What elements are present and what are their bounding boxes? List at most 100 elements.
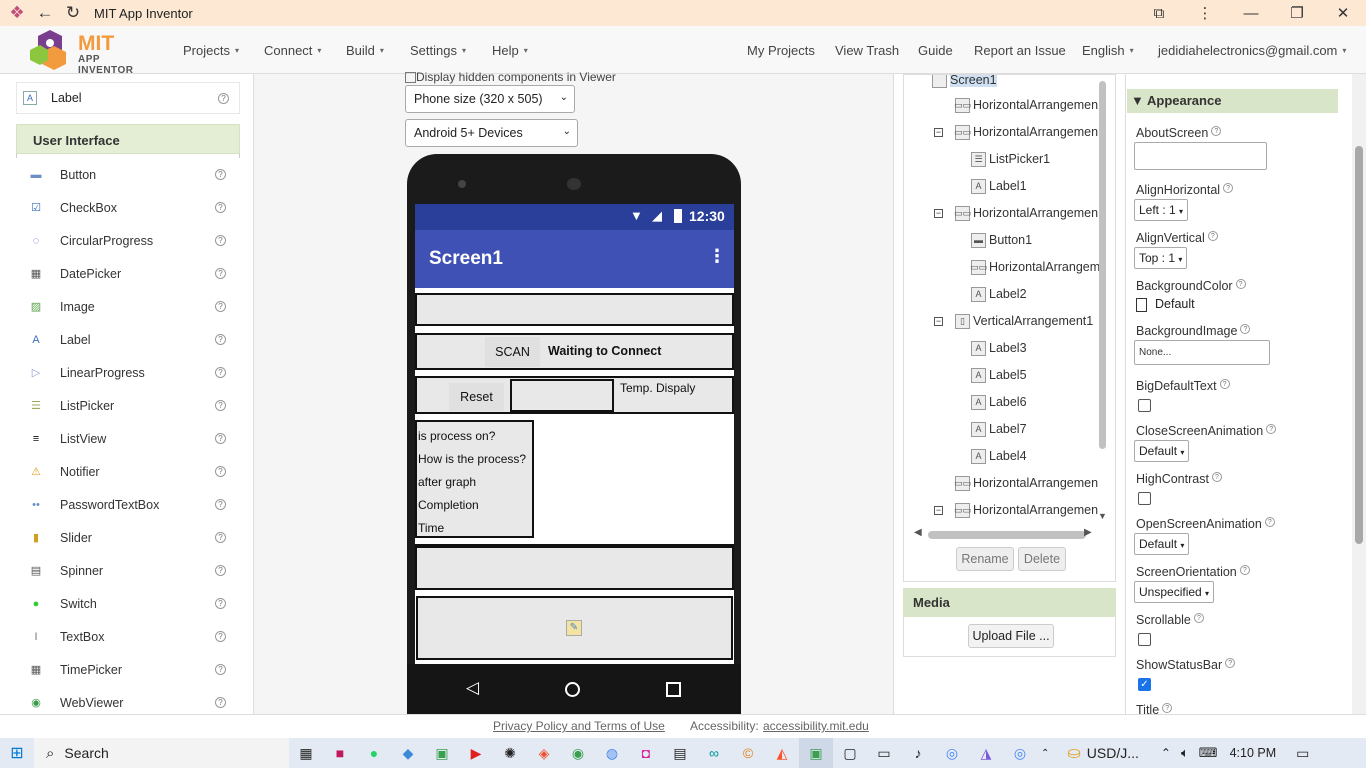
menu-projects[interactable]: Projects ▾	[183, 26, 239, 74]
help-icon[interactable]: ?	[1235, 279, 1246, 289]
tree-node[interactable]: ▬ Button1	[971, 227, 1032, 253]
tree-node[interactable]: ☰ ListPicker1	[971, 146, 1050, 172]
help-icon[interactable]: ?	[215, 697, 226, 708]
help-icon[interactable]: ?	[215, 565, 226, 576]
minimize-icon[interactable]: —	[1228, 5, 1274, 22]
help-icon[interactable]: ?	[215, 301, 226, 312]
tree-node-screen1[interactable]: Screen1	[932, 75, 997, 93]
palette-item-circularprogress[interactable]: ◌ CircularProgress?	[16, 224, 240, 257]
rename-button[interactable]: Rename	[956, 547, 1014, 571]
link-view-trash[interactable]: View Trash	[835, 26, 899, 74]
maximize-icon[interactable]: ❐	[1274, 4, 1320, 22]
big-default-text-checkbox[interactable]	[1138, 399, 1151, 412]
app-inventor-taskbar-icon[interactable]: ▣	[799, 738, 833, 768]
menu-settings[interactable]: Settings ▾	[410, 26, 466, 74]
upload-file-button[interactable]: Upload File ...	[968, 624, 1054, 648]
help-icon[interactable]: ?	[215, 235, 226, 246]
reset-button[interactable]: Reset	[449, 383, 504, 411]
palette-item-slider[interactable]: ▮ Slider?	[16, 521, 240, 554]
scroll-down-icon[interactable]: ▼	[1098, 511, 1107, 521]
collapse-toggle-icon[interactable]: −	[934, 128, 943, 137]
taskbar-app-icon[interactable]: ▣	[425, 738, 459, 768]
horizontal-arrangement-3[interactable]: Reset Temp. Dispaly	[415, 376, 734, 414]
arduino-icon[interactable]: ∞	[697, 738, 731, 768]
menu-help[interactable]: Help ▾	[492, 26, 528, 74]
palette-item-image[interactable]: ▨ Image?	[16, 290, 240, 323]
collapse-toggle-icon[interactable]: −	[934, 506, 943, 515]
palette-section-user-interface[interactable]: User Interface	[16, 124, 240, 154]
palette-item-listview[interactable]: ≡ ListView?	[16, 422, 240, 455]
task-view-icon[interactable]: ▦	[289, 738, 323, 768]
palette-item-label[interactable]: A Label?	[16, 323, 240, 356]
tree-node[interactable]: ▭▭ HorizontalArrangemen	[954, 200, 1098, 226]
palette-item-passwordtextbox[interactable]: •• PasswordTextBox?	[16, 488, 240, 521]
tree-node[interactable]: A Label6	[971, 389, 1027, 415]
help-icon[interactable]: ?	[215, 169, 226, 180]
help-icon[interactable]: ?	[215, 202, 226, 213]
tree-vertical-scrollbar[interactable]	[1099, 81, 1106, 449]
menu-build[interactable]: Build ▾	[346, 26, 384, 74]
volume-icon[interactable]: 🔈︎	[1181, 745, 1189, 761]
horizontal-arrangement-2[interactable]: SCAN Waiting to Connect	[415, 333, 734, 370]
link-guide[interactable]: Guide	[918, 26, 953, 74]
screen-orientation-select[interactable]: Unspecified ▾	[1134, 581, 1215, 603]
delete-button[interactable]: Delete	[1018, 547, 1066, 571]
help-icon[interactable]: ?	[1239, 565, 1250, 575]
tree-horizontal-scrollbar[interactable]	[928, 531, 1086, 539]
help-icon[interactable]: ?	[1240, 324, 1251, 334]
taskbar-app-icon[interactable]: ◆	[391, 738, 425, 768]
page-scrollbar[interactable]	[1352, 74, 1366, 714]
tray-chevron-icon[interactable]: ⌃	[1161, 746, 1171, 760]
reload-icon[interactable]: ↻	[62, 2, 84, 24]
back-arrow-icon[interactable]: ←	[34, 2, 56, 24]
account-menu[interactable]: jedidiahelectronics@gmail.com ▾	[1158, 26, 1346, 74]
tiktok-icon[interactable]: ♪	[901, 738, 935, 768]
tree-node[interactable]: A Label7	[971, 416, 1027, 442]
more-options-icon[interactable]: ⋮	[1182, 4, 1228, 22]
help-icon[interactable]: ?	[1223, 183, 1234, 193]
help-icon[interactable]: ?	[218, 93, 229, 104]
help-icon[interactable]: ?	[215, 334, 226, 345]
extensions-icon[interactable]: ⧉	[1136, 5, 1182, 22]
palette-item-checkbox[interactable]: ☑ CheckBox?	[16, 191, 240, 224]
palette-item-notifier[interactable]: ⚠ Notifier?	[16, 455, 240, 488]
vertical-arrangement[interactable]: is process on? How is the process? after…	[415, 420, 534, 538]
palette-item-timepicker[interactable]: ▦ TimePicker?	[16, 653, 240, 686]
align-horizontal-select[interactable]: Left : 1 ▾	[1134, 199, 1189, 221]
align-vertical-select[interactable]: Top : 1 ▾	[1134, 247, 1188, 269]
palette-item-textbox[interactable]: I TextBox?	[16, 620, 240, 653]
brave-icon[interactable]: ◭	[765, 738, 799, 768]
palette-item-button[interactable]: ▬ Button?	[16, 158, 240, 191]
taskbar-app-icon[interactable]: ■	[323, 738, 357, 768]
chrome-icon[interactable]: ◎	[935, 738, 969, 768]
tree-node[interactable]: ▭▭ HorizontalArrangemen	[954, 119, 1098, 145]
background-color-picker[interactable]: Default	[1136, 297, 1195, 312]
instagram-icon[interactable]: ◘	[629, 738, 663, 768]
taskbar-app-icon[interactable]: ◮	[969, 738, 1003, 768]
help-icon[interactable]: ?	[1211, 126, 1222, 136]
taskbar-search[interactable]: ⌕ Search	[34, 738, 289, 768]
help-icon[interactable]: ?	[215, 268, 226, 279]
collapse-toggle-icon[interactable]: −	[934, 209, 943, 218]
help-icon[interactable]: ?	[215, 598, 226, 609]
help-icon[interactable]: ?	[1162, 703, 1173, 713]
language-menu[interactable]: English ▾	[1082, 26, 1134, 74]
accessibility-link[interactable]: accessibility.mit.edu	[763, 719, 869, 733]
tree-node[interactable]: A Label3	[971, 335, 1027, 361]
help-icon[interactable]: ?	[1266, 424, 1277, 434]
tree-node[interactable]: ▯ VerticalArrangement1	[955, 308, 1093, 334]
help-icon[interactable]: ?	[1225, 658, 1236, 668]
currency-widget[interactable]: USD/J...	[1087, 745, 1139, 761]
taskbar-app-icon[interactable]: ◈	[527, 738, 561, 768]
palette-item-spinner[interactable]: ▤ Spinner?	[16, 554, 240, 587]
taskbar-scroll-icon[interactable]: ⌃	[1041, 748, 1049, 759]
horizontal-arrangement-1[interactable]	[415, 293, 734, 326]
close-icon[interactable]: ✕	[1320, 4, 1366, 22]
hidden-components-checkbox[interactable]: Display hidden components in Viewer	[405, 70, 616, 84]
help-icon[interactable]: ?	[1219, 379, 1230, 389]
document-icon[interactable]: ▤	[663, 738, 697, 768]
link-my-projects[interactable]: My Projects	[747, 26, 815, 74]
help-icon[interactable]: ?	[1264, 517, 1275, 527]
page-scroll-thumb[interactable]	[1355, 146, 1363, 544]
chrome-icon[interactable]: ◎	[1003, 738, 1037, 768]
